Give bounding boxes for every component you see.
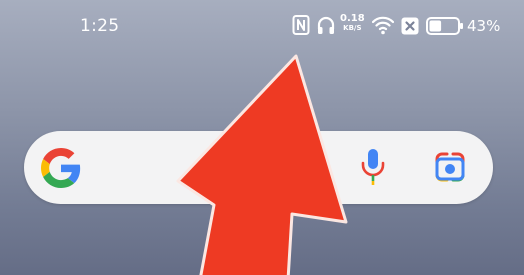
mic-icon[interactable] — [360, 147, 386, 187]
headphones-icon — [317, 16, 335, 34]
network-speed: 0.18 KB/S — [340, 14, 365, 32]
google-lens-icon[interactable] — [434, 151, 466, 183]
status-time: 1:25 — [80, 16, 120, 36]
status-bar: 1:25 0.18 KB/S 43% — [0, 0, 524, 56]
battery-percent: 43% — [467, 17, 501, 35]
nfc-icon — [292, 15, 310, 35]
network-speed-unit: KB/S — [343, 24, 362, 32]
google-search-bar[interactable] — [24, 131, 493, 204]
google-g-icon[interactable] — [41, 148, 81, 188]
network-speed-value: 0.18 — [340, 13, 365, 24]
sim-off-icon — [401, 17, 419, 35]
wifi-icon — [372, 16, 394, 35]
battery-icon — [426, 17, 463, 35]
battery-level-fill — [429, 20, 442, 32]
